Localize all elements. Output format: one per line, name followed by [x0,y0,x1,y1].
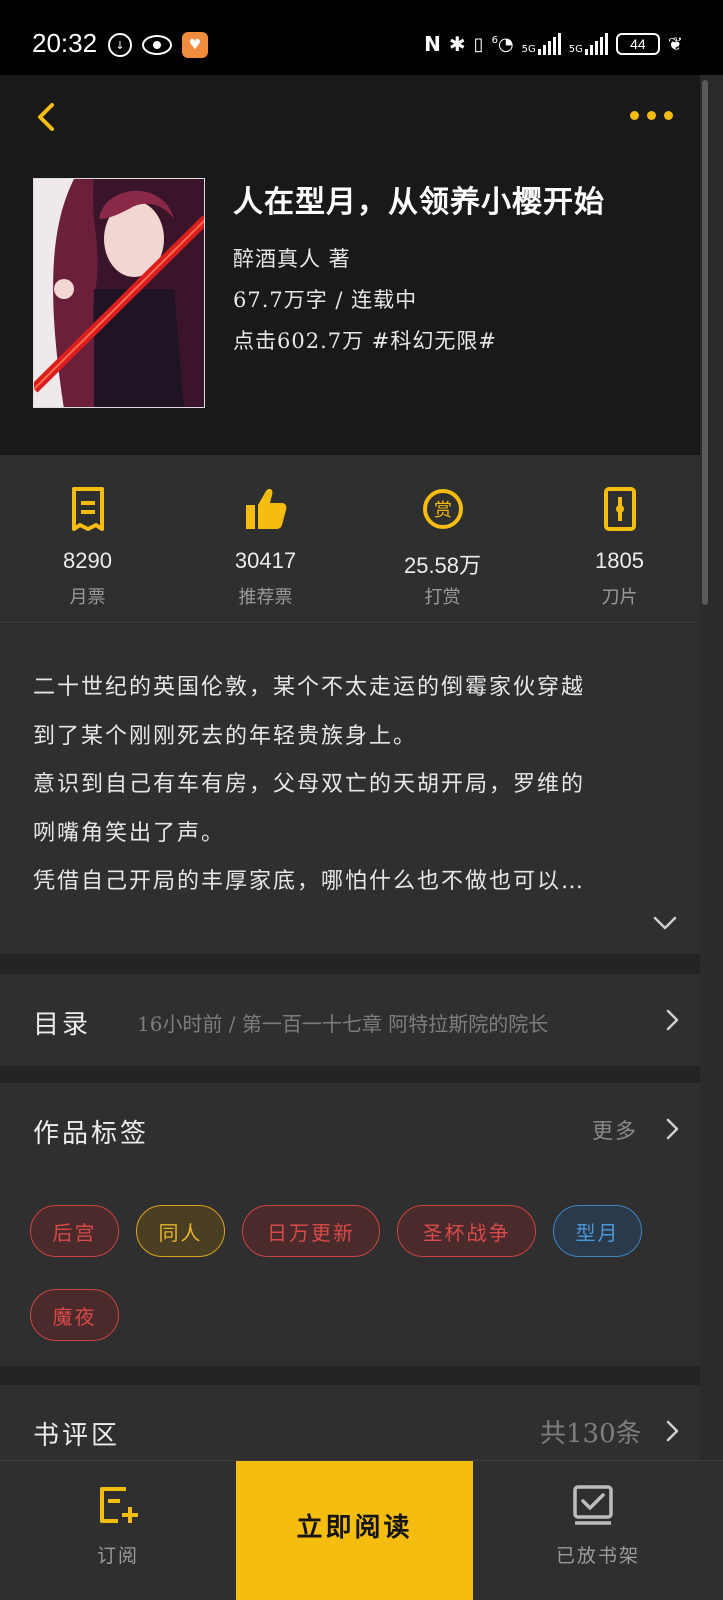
stat-recommend[interactable]: 30417 推荐票 [178,455,353,623]
stat-value: 30417 [234,548,297,573]
stat-value: 1805 [595,548,644,573]
book-author[interactable]: 醉酒真人 著 [233,243,351,273]
tag-chip[interactable]: 同人 [136,1205,225,1257]
ticket-icon [72,487,104,531]
tag-chip[interactable]: 圣杯战争 [397,1205,536,1257]
section-divider [0,954,700,974]
leaf-icon: ❦ [667,33,683,55]
stat-label: 月票 [69,587,106,608]
section-divider [0,1066,700,1083]
app-notification-icon: ♥ [182,32,208,58]
tags-title: 作品标签 [33,1119,150,1149]
tags-section: 作品标签 更多 后宫 同人 日万更新 圣杯战争 型月 魔夜 [0,1083,700,1366]
reward-icon: 赏 [423,489,463,529]
on-shelf-label: 已放书架 [555,1545,640,1567]
signal-1-icon: 5G [522,33,561,55]
tag-chip[interactable]: 日万更新 [242,1205,380,1257]
reviews-count: 共130条 [540,1419,642,1449]
subscribe-label: 订阅 [96,1545,139,1567]
thumbs-up-icon [246,488,287,529]
status-left-icons: ↓ ♥ [108,32,208,58]
vibrate-icon: ▯ [473,33,484,55]
book-cover[interactable] [33,178,205,408]
subscribe-button[interactable]: 订阅 [0,1461,236,1600]
wifi-icon: 6◔ [491,33,514,55]
stat-monthly-ticket[interactable]: 8290 月票 [0,455,175,623]
description-line: 凭借自己开局的丰厚家底，哪怕什么也不做也可以… [33,869,586,894]
scrollbar-thumb[interactable] [702,80,708,605]
stat-label: 打赏 [424,587,461,608]
tag-chip[interactable]: 魔夜 [30,1289,119,1341]
svg-text:赏: 赏 [434,500,452,521]
reviews-title: 书评区 [33,1421,121,1451]
description-line: 二十世纪的英国伦敦，某个不太走运的倒霉家伙穿越 [33,675,586,700]
description-line: 到了某个刚刚死去的年轻贵族身上。 [33,723,418,749]
book-wordcount-status: 67.7万字 / 连载中 [233,288,418,312]
reviews-row[interactable]: 书评区 共130条 [0,1385,700,1465]
blade-icon [604,487,636,531]
stat-label: 刀片 [601,587,638,608]
toc-latest-chapter: 16小时前 / 第一百一十七章 阿特拉斯院的院长 [137,1012,549,1036]
stat-value: 8290 [63,548,112,573]
signal-2-icon: 5G [569,33,608,55]
read-now-button[interactable]: 立即阅读 [236,1461,473,1600]
subscribe-icon [100,1487,138,1523]
book-title: 人在型月，从领养小樱开始 [233,185,605,220]
chevron-down-icon[interactable] [652,914,678,932]
bluetooth-icon: ✱ [448,32,466,56]
book-header: 人在型月，从领养小樱开始 醉酒真人 著 67.7万字 / 连载中 点击602.7… [0,75,700,455]
back-button[interactable] [28,97,68,137]
stat-label: 推荐票 [238,587,293,608]
more-dots-icon [630,110,639,120]
toc-title: 目录 [33,1010,92,1040]
chevron-right-icon [666,1420,679,1442]
book-clicks-genre: 点击602.7万 #科幻无限# [233,329,497,353]
stat-reward[interactable]: 赏 25.58万 打赏 [355,455,530,623]
stat-value: 25.58万 [403,553,482,578]
tag-chip[interactable]: 型月 [553,1205,642,1257]
shelf-check-icon [573,1485,613,1525]
chevron-right-icon [666,1009,679,1031]
on-shelf-button[interactable]: 已放书架 [473,1461,723,1600]
stats-row: 8290 月票 30417 推荐票 赏 25.58万 打赏 1805 刀片 [0,455,700,623]
read-now-label: 立即阅读 [296,1512,413,1543]
description-line: 意识到自己有车有房，父母双亡的天胡开局，罗维的 [33,772,586,797]
chevron-left-icon [38,103,54,131]
cover-illustration [34,179,204,407]
status-time: 20:32 [32,28,98,58]
nfc-icon: N [424,32,441,56]
table-of-contents-row[interactable]: 目录 16小时前 / 第一百一十七章 阿特拉斯院的院长 [0,974,700,1066]
more-button[interactable] [630,105,680,125]
bottom-action-bar: 订阅 立即阅读 已放书架 [0,1460,723,1600]
battery-icon: 44 [615,33,660,55]
data-saver-icon: ↓ [108,33,132,57]
tag-chip[interactable]: 后宫 [30,1205,119,1257]
chevron-right-icon[interactable] [664,1117,680,1141]
status-bar: 20:32 ↓ ♥ N ✱ ▯ 6◔ 5G 5G 44 ❦ [0,0,723,75]
stat-blade[interactable]: 1805 刀片 [532,455,707,623]
tags-more-link[interactable]: 更多 [592,1115,638,1145]
eye-icon [142,35,172,55]
status-right-icons: N ✱ ▯ 6◔ 5G 5G 44 ❦ [424,32,683,56]
section-divider [0,1366,700,1385]
book-description[interactable]: 二十世纪的英国伦敦，某个不太走运的倒霉家伙穿越 到了某个刚刚死去的年轻贵族身上。… [0,624,700,954]
description-text: 二十世纪的英国伦敦，某个不太走运的倒霉家伙穿越 到了某个刚刚死去的年轻贵族身上。… [33,664,683,907]
description-line: 咧嘴角笑出了声。 [33,820,226,846]
